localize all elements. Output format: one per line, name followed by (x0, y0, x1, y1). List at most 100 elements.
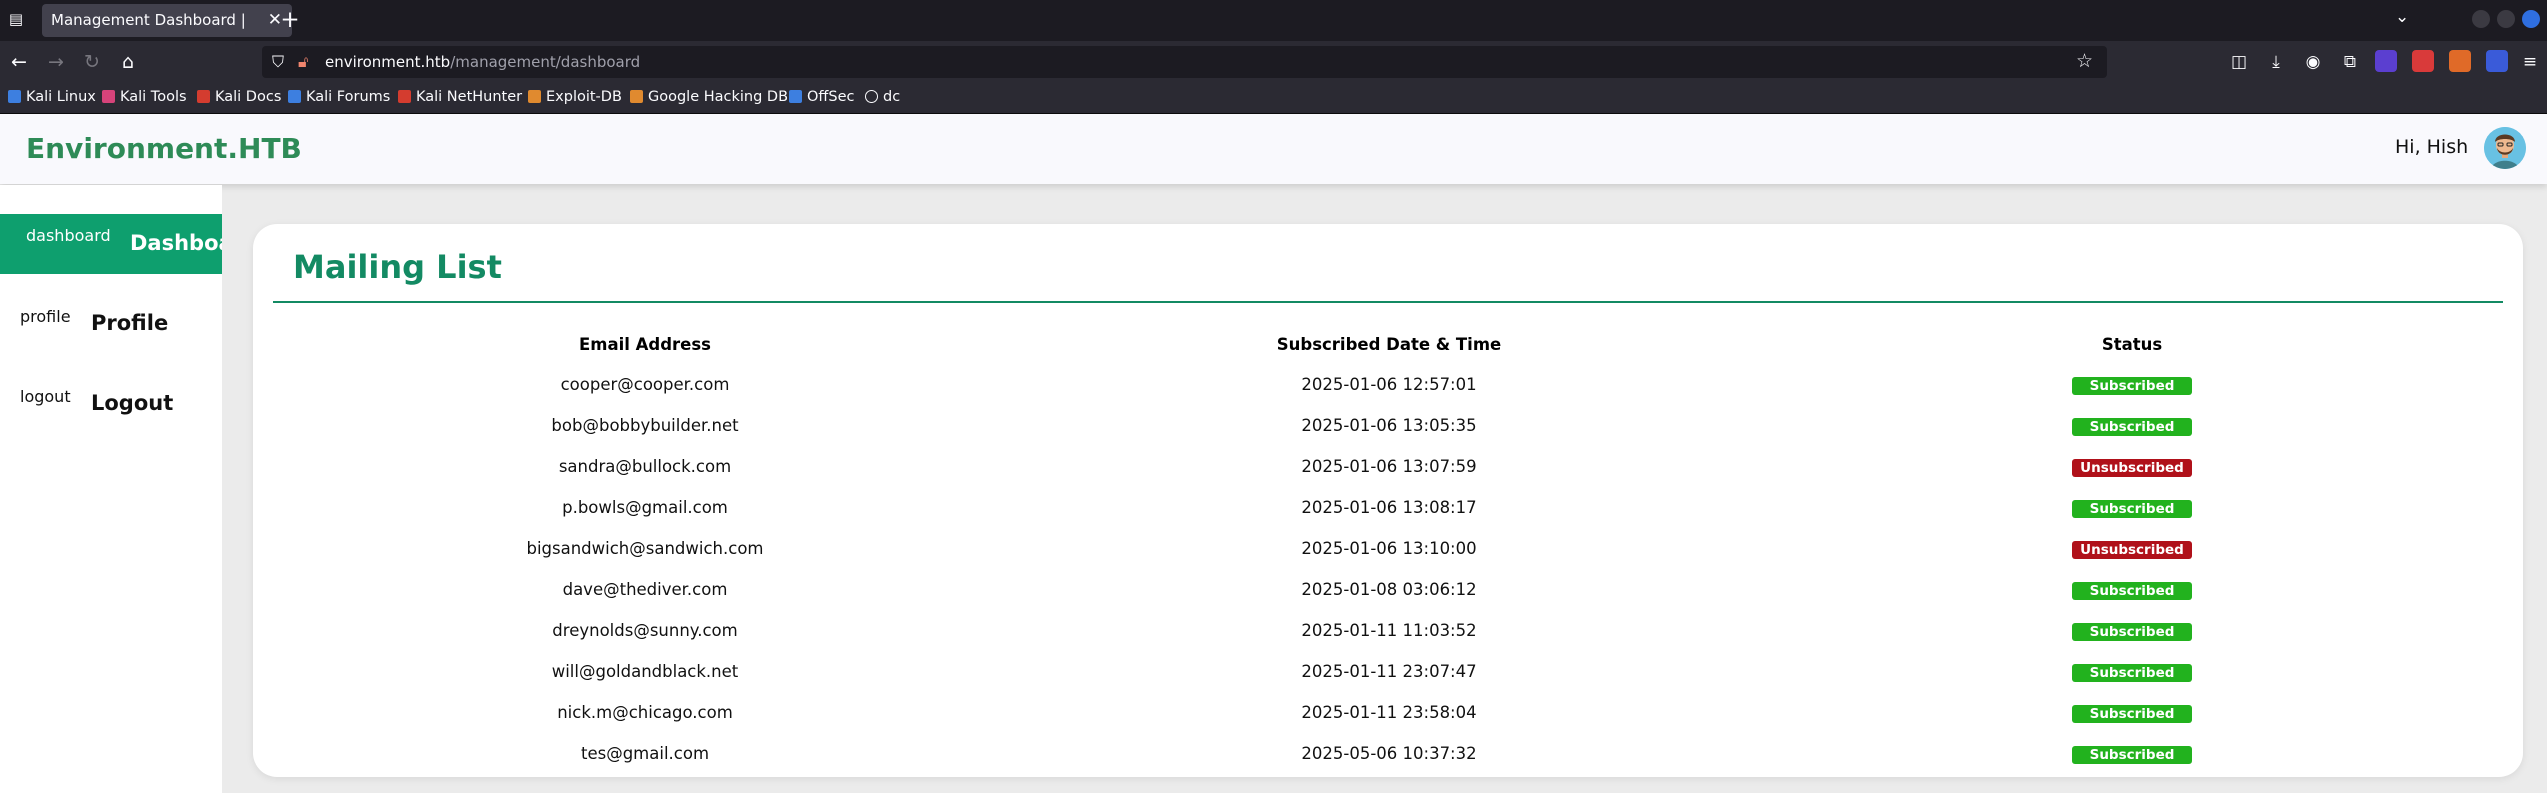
sidebar-item-profile[interactable]: profile Profile (0, 295, 222, 355)
status-cell: Subscribed (1761, 487, 2503, 528)
home-icon[interactable]: ⌂ (115, 49, 141, 75)
sidebar-item-label: Dashboard (130, 231, 222, 255)
maximize-button[interactable] (2497, 10, 2515, 28)
table-row: tes@gmail.com 2025-05-06 10:37:32 Subscrib… (273, 733, 2503, 774)
sidebar-item-label: Logout (91, 391, 174, 415)
globe-icon (865, 90, 878, 103)
column-header-status: Status (2101, 334, 2163, 354)
extension-icon[interactable] (2486, 50, 2508, 72)
status-badge: Unsubscribed (2072, 458, 2192, 477)
table-row: bob@bobbybuilder.net 2025-01-06 13:05:35 S… (273, 405, 2503, 446)
burp-extension-icon[interactable] (2449, 50, 2471, 72)
status-badge: Unsubscribed (2072, 540, 2192, 559)
extension-icon[interactable] (2412, 50, 2434, 72)
url-text[interactable]: environment.htb/management/dashboard (325, 53, 640, 71)
bookmark-label: Exploit-DB (546, 89, 622, 105)
table-row: cooper@cooper.com 2025-01-06 12:57:01 Subs… (273, 364, 2503, 405)
close-window-button[interactable] (2522, 10, 2540, 28)
browser-tab-bar: ▤ Management Dashboard | env ✕ + ⌄ (0, 0, 2547, 41)
column-header-date: Subscribed Date & Time (1276, 334, 1502, 354)
email-cell: cooper@cooper.com (560, 375, 730, 394)
mailing-list-table: Email Address Subscribed Date & Time Sta… (273, 324, 2503, 774)
bookmark-exploit-db[interactable]: Exploit-DB (528, 89, 622, 105)
account-icon[interactable]: ◉ (2301, 50, 2325, 74)
date-cell: 2025-05-06 10:37:32 (1301, 744, 1477, 763)
bookmark-label: Google Hacking DB (648, 89, 789, 105)
status-cell: Subscribed (1761, 405, 2503, 446)
bookmark-kali-tools[interactable]: Kali Tools (102, 89, 187, 105)
url-bar[interactable]: ⛉ 🔓︎ environment.htb/management/dashboar… (262, 46, 2107, 78)
date-cell: 2025-01-11 11:03:52 (1301, 621, 1477, 640)
nethunter-icon (398, 90, 411, 103)
download-icon[interactable]: ⤓ (2264, 50, 2288, 74)
status-cell: Subscribed (1761, 692, 2503, 733)
bookmark-label: Kali Docs (215, 89, 282, 105)
date-cell: 2025-01-11 23:07:47 (1301, 662, 1477, 681)
tab-list-icon[interactable]: ▤ (6, 9, 26, 29)
email-cell: dreynolds@sunny.com (552, 621, 738, 640)
back-arrow-icon[interactable]: ← (6, 49, 32, 75)
sidebar-item-dashboard[interactable]: dashboard Dashboard (0, 214, 222, 274)
lock-icon[interactable]: 🔓︎ (298, 52, 308, 72)
kali-forums-icon (288, 90, 301, 103)
bookmark-label: Kali NetHunter (416, 89, 523, 105)
extensions-icon[interactable]: ⧉ (2338, 50, 2362, 74)
email-cell: sandra@bullock.com (558, 457, 732, 476)
profile-icon: profile (20, 307, 71, 326)
reload-icon[interactable]: ↻ (79, 49, 105, 75)
bookmarks-toolbar: Kali Linux Kali Tools Kali Docs Kali For… (0, 83, 2547, 114)
sidebar-item-logout[interactable]: logout Logout (0, 375, 222, 435)
sidebar-item-label: Profile (91, 311, 169, 335)
page-title: Mailing List (293, 248, 502, 286)
user-greeting: Hi, Hish (2395, 136, 2469, 158)
logout-icon: logout (20, 387, 71, 406)
status-cell: Subscribed (1761, 610, 2503, 651)
title-divider (273, 301, 2503, 303)
bookmark-label: Kali Forums (306, 89, 391, 105)
ghdb-icon (630, 90, 643, 103)
extension-icon[interactable] (2375, 50, 2397, 72)
bookmark-kali-forums[interactable]: Kali Forums (288, 89, 390, 105)
bookmark-kali-docs[interactable]: Kali Docs (197, 89, 281, 105)
status-cell: Unsubscribed (1761, 446, 2503, 487)
bookmark-kali-nethunter[interactable]: Kali NetHunter (398, 89, 522, 105)
email-cell: dave@thediver.com (562, 580, 728, 599)
date-cell: 2025-01-06 13:08:17 (1301, 498, 1477, 517)
status-badge: Subscribed (2072, 745, 2192, 764)
tab-active[interactable]: Management Dashboard | env ✕ (42, 4, 292, 37)
date-cell: 2025-01-11 23:58:04 (1301, 703, 1477, 722)
status-badge: Subscribed (2072, 663, 2192, 682)
browser-nav-bar: ← → ↻ ⌂ ⛉ 🔓︎ environment.htb/management/… (0, 41, 2547, 83)
bookmark-dc[interactable]: dc (865, 89, 900, 105)
status-cell: Subscribed (1761, 364, 2503, 405)
menu-icon[interactable]: ≡ (2518, 50, 2542, 74)
table-row: p.bowls@gmail.com 2025-01-06 13:08:17 Subs… (273, 487, 2503, 528)
status-badge: Subscribed (2072, 704, 2192, 723)
kali-tools-icon (102, 90, 115, 103)
exploit-db-icon (528, 90, 541, 103)
status-badge: Subscribed (2072, 499, 2192, 518)
pocket-icon[interactable]: ◫ (2227, 50, 2251, 74)
table-header-row: Email Address Subscribed Date & Time Sta… (273, 324, 2503, 364)
brand-logo[interactable]: Environment.HTB (26, 132, 302, 165)
chevron-down-icon[interactable]: ⌄ (2395, 7, 2409, 27)
shield-icon[interactable]: ⛉ (272, 52, 284, 72)
table-row: nick.m@chicago.com 2025-01-11 23:58:04 Sub… (273, 692, 2503, 733)
status-cell: Unsubscribed (1761, 528, 2503, 569)
bookmark-kali-linux[interactable]: Kali Linux (8, 89, 96, 105)
new-tab-button[interactable]: + (275, 5, 305, 35)
forward-arrow-icon[interactable]: → (43, 49, 69, 75)
bookmark-label: OffSec (807, 89, 855, 105)
mailing-list-card: Mailing List Email Address Subscribed Da… (253, 224, 2523, 777)
email-cell: p.bowls@gmail.com (562, 498, 728, 517)
bookmark-star-icon[interactable]: ☆ (2076, 50, 2093, 72)
status-badge: Subscribed (2072, 417, 2192, 436)
minimize-button[interactable] (2472, 10, 2490, 28)
date-cell: 2025-01-06 13:10:00 (1301, 539, 1477, 558)
table-row: sandra@bullock.com 2025-01-06 13:07:59 Uns… (273, 446, 2503, 487)
bookmark-google-hacking-db[interactable]: Google Hacking DB (630, 89, 788, 105)
avatar[interactable] (2484, 127, 2526, 169)
tab-title: Management Dashboard | env (51, 11, 251, 29)
bookmark-offsec[interactable]: OffSec (789, 89, 855, 105)
email-cell: bob@bobbybuilder.net (551, 416, 739, 435)
